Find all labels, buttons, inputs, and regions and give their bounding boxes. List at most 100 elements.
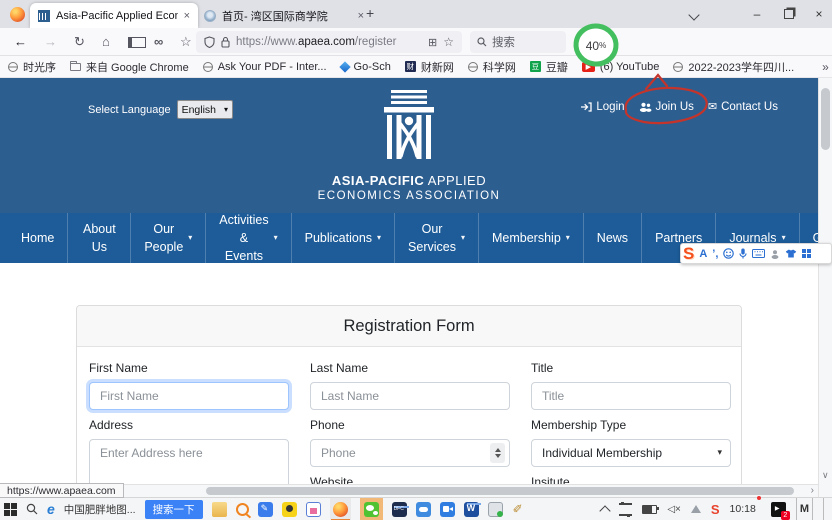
tab-close-icon[interactable]: ×: [358, 10, 364, 22]
account-icon[interactable]: [770, 249, 780, 259]
nav-news[interactable]: News: [583, 213, 641, 263]
window-close-button[interactable]: ×: [804, 0, 832, 28]
sidebar-toggle-icon[interactable]: [128, 37, 146, 48]
nav-our-people[interactable]: Our People▾: [130, 213, 205, 263]
blue-app-icon[interactable]: [416, 502, 431, 517]
search-app-icon[interactable]: [236, 503, 249, 516]
forward-button[interactable]: →: [44, 34, 57, 50]
emoji-icon[interactable]: [723, 248, 734, 259]
scroll-right-arrow-icon[interactable]: ›: [811, 485, 814, 496]
file-explorer-icon[interactable]: [212, 502, 227, 517]
browser-toolbar: ← → ↻ ⌂ ∞ ☆ https://www.apaea.com/regist…: [0, 28, 832, 56]
globe-icon: [203, 62, 213, 72]
caret-down-icon: ▾: [566, 232, 570, 244]
window-minimize-button[interactable]: –: [742, 0, 772, 28]
wechat-taskbar-button[interactable]: [360, 498, 383, 520]
nav-activities-events[interactable]: Activities & Events▾: [205, 213, 290, 263]
paint-app-icon[interactable]: [512, 502, 527, 517]
tab-list-chevron-icon[interactable]: [688, 9, 699, 20]
media-app-icon[interactable]: 2: [771, 502, 786, 517]
bookmark-item[interactable]: 科学网: [468, 59, 516, 75]
nav-publications[interactable]: Publications▾: [291, 213, 394, 263]
horizontal-scrollbar-thumb[interactable]: [206, 487, 794, 495]
spinner-down-icon[interactable]: [495, 454, 501, 458]
ime-language-icon[interactable]: A: [699, 248, 707, 260]
taskbar-search-button[interactable]: 搜索一下: [145, 500, 203, 519]
show-desktop-button[interactable]: [823, 498, 828, 520]
remote-desktop-icon[interactable]: [488, 502, 503, 517]
save-app-icon[interactable]: [306, 502, 321, 517]
news-ticker[interactable]: 中国肥胖地图...: [64, 498, 136, 520]
login-link[interactable]: Login: [580, 101, 624, 113]
bookmark-item[interactable]: 2022-2023学年四川...: [673, 59, 794, 75]
skin-icon[interactable]: [785, 249, 797, 258]
extension-infinity-icon[interactable]: ∞: [154, 34, 163, 50]
reload-button[interactable]: ↻: [74, 34, 85, 50]
bookmark-manager-icon[interactable]: ☆: [180, 34, 192, 50]
membership-type-select[interactable]: Individual Membership: [531, 439, 731, 467]
title-input[interactable]: [531, 382, 731, 410]
nav-membership[interactable]: Membership▾: [478, 213, 583, 263]
ie-news-icon[interactable]: e: [47, 498, 55, 520]
new-tab-button[interactable]: +: [366, 5, 374, 21]
tray-triangle-icon[interactable]: [691, 505, 701, 513]
bookmark-item[interactable]: 豆豆瓣: [530, 59, 568, 75]
start-button[interactable]: [4, 503, 17, 516]
tray-expand-chevron-icon[interactable]: [600, 505, 611, 516]
back-button[interactable]: ←: [14, 34, 27, 50]
ime-punctuation-icon[interactable]: ’,: [712, 248, 718, 260]
meeting-app-icon[interactable]: [440, 502, 455, 517]
vertical-scrollbar-thumb[interactable]: [821, 88, 830, 150]
bookmarks-overflow-chevron[interactable]: »: [822, 60, 829, 74]
tab-apaea[interactable]: Asia-Pacific Applied Economics ×: [30, 3, 198, 28]
firefox-icon[interactable]: [10, 7, 25, 22]
search-box[interactable]: 搜索: [470, 31, 566, 53]
logo-text-line2: ECONOMICS ASSOCIATION: [0, 190, 818, 202]
home-button[interactable]: ⌂: [102, 34, 110, 50]
clock-app-icon[interactable]: [282, 502, 297, 517]
firefox-taskbar-button[interactable]: [330, 498, 351, 520]
dark-tile-app-icon[interactable]: [392, 502, 407, 517]
first-name-input[interactable]: [89, 382, 289, 410]
notes-app-icon[interactable]: [258, 502, 273, 517]
bookmark-item[interactable]: 时光序: [8, 59, 56, 75]
tab-bayarea-school[interactable]: 首页- 湾区国际商学院 ×: [196, 3, 372, 28]
ime-toolbar[interactable]: S A ’,: [680, 243, 832, 264]
contact-us-link[interactable]: ✉ Contact Us: [708, 100, 778, 113]
vertical-scrollbar[interactable]: ∨: [818, 78, 832, 497]
restore-icon: [784, 9, 794, 19]
taskbar-clock[interactable]: 10:18: [730, 498, 761, 520]
bookmark-item[interactable]: Ask Your PDF - Inter...: [203, 61, 327, 73]
nav-home[interactable]: Home: [8, 213, 67, 263]
tab-close-icon[interactable]: ×: [184, 10, 190, 22]
nav-our-services[interactable]: Our Services▾: [394, 213, 478, 263]
sogou-tray-icon[interactable]: S: [711, 498, 720, 520]
toolbox-grid-icon[interactable]: [802, 249, 811, 258]
sogou-logo-icon[interactable]: S: [683, 245, 694, 262]
join-us-link[interactable]: Join Us: [639, 101, 694, 113]
volume-muted-icon[interactable]: ◁×: [667, 498, 681, 520]
taskbar-search-icon[interactable]: [26, 498, 38, 520]
scroll-down-arrow-icon[interactable]: ∨: [822, 470, 829, 481]
qr-code-icon[interactable]: ⊞: [428, 36, 437, 49]
caret-down-icon: ▾: [461, 232, 465, 244]
window-restore-button[interactable]: [774, 0, 804, 28]
last-name-input[interactable]: [310, 382, 510, 410]
number-spinner[interactable]: [490, 443, 505, 463]
bookmark-star-icon[interactable]: ☆: [443, 35, 454, 49]
lock-icon[interactable]: [221, 36, 230, 48]
tablet-mode-icon[interactable]: [619, 503, 632, 516]
keyboard-icon[interactable]: [752, 249, 765, 258]
nav-about-us[interactable]: About Us: [67, 213, 130, 263]
phone-input[interactable]: [310, 439, 510, 467]
shield-permissions-icon[interactable]: [204, 36, 215, 48]
spinner-up-icon[interactable]: [495, 448, 501, 452]
ime-indicator[interactable]: M: [796, 498, 813, 520]
address-bar[interactable]: https://www.apaea.com/register ⊞ ☆: [196, 31, 462, 53]
bookmark-folder[interactable]: 来自 Google Chrome: [70, 59, 189, 75]
microphone-icon[interactable]: [739, 248, 747, 259]
bookmark-item[interactable]: 财财新网: [405, 59, 454, 75]
url-text[interactable]: https://www.apaea.com/register: [236, 36, 396, 48]
word-icon[interactable]: [464, 502, 479, 517]
bookmark-item[interactable]: Go-Sch: [341, 61, 391, 73]
